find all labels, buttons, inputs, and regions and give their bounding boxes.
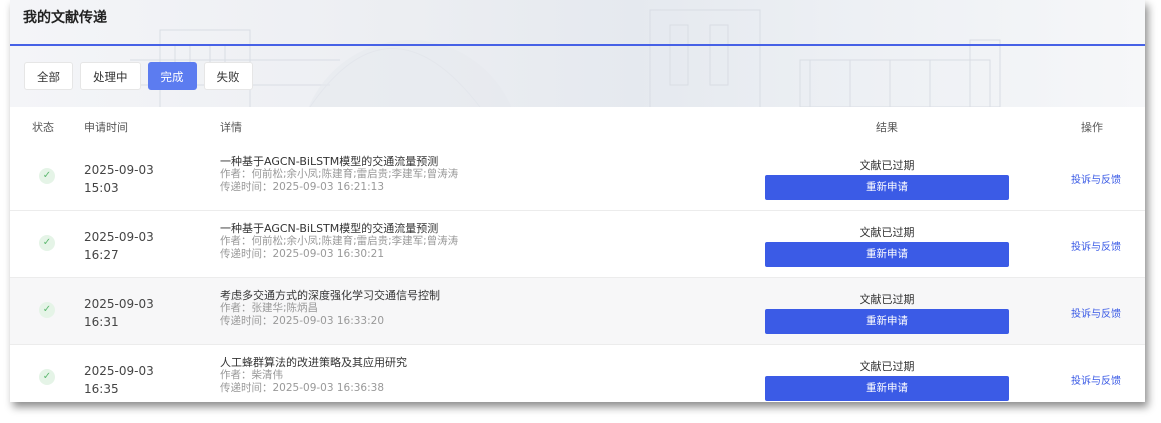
paper-authors: 作者：何前松;余小凤;陈建育;雷启贵;李建军;曾涛涛 (220, 168, 459, 180)
detail: 人工蜂群算法的改进策略及其应用研究 作者：柴清伟 传递时间：2025-09-03… (220, 356, 407, 395)
result-status: 文献已过期 (859, 159, 915, 172)
literature-delivery-panel: 我的文献传递 全部 处理中 完成 失败 状态 申请时间 详情 结果 操作 ✓ 2… (10, 0, 1145, 402)
request-time: 2025-09-03 15:03 (84, 161, 154, 197)
request-clock: 15:03 (84, 181, 119, 195)
reapply-button[interactable]: 重新申请 (765, 376, 1009, 401)
request-date: 2025-09-03 (84, 230, 154, 244)
check-icon: ✓ (39, 302, 55, 318)
request-date: 2025-09-03 (84, 297, 154, 311)
column-header-result: 结果 (876, 121, 898, 134)
column-header-detail: 详情 (220, 121, 242, 134)
reapply-button[interactable]: 重新申请 (765, 309, 1009, 334)
paper-authors: 作者：柴清伟 (220, 369, 283, 381)
table-body: ✓ 2025-09-03 15:03 一种基于AGCN-BiLSTM模型的交通流… (10, 144, 1145, 402)
result-status: 文献已过期 (859, 293, 915, 306)
table-header: 状态 申请时间 详情 结果 操作 (10, 107, 1145, 145)
result: 文献已过期 重新申请 (765, 226, 1009, 267)
title-underline (10, 44, 1145, 46)
request-time: 2025-09-03 16:35 (84, 362, 154, 398)
table-row: ✓ 2025-09-03 16:27 一种基于AGCN-BiLSTM模型的交通流… (10, 211, 1145, 278)
filter-tabs: 全部 处理中 完成 失败 (24, 62, 260, 90)
header-banner: 我的文献传递 全部 处理中 完成 失败 (10, 0, 1145, 107)
check-icon: ✓ (39, 235, 55, 251)
detail: 考虑多交通方式的深度强化学习交通信号控制 作者：张建华;陈炳昌 传递时间：202… (220, 289, 440, 328)
delivery-time: 传递时间：2025-09-03 16:30:21 (220, 248, 385, 260)
request-clock: 16:35 (84, 382, 119, 396)
request-clock: 16:31 (84, 315, 119, 329)
feedback-link[interactable]: 投诉与反馈 (1071, 171, 1121, 186)
feedback-link[interactable]: 投诉与反馈 (1071, 238, 1121, 253)
delivery-time: 传递时间：2025-09-03 16:36:38 (220, 382, 385, 394)
result-status: 文献已过期 (859, 226, 915, 239)
tab-completed[interactable]: 完成 (147, 62, 197, 90)
column-header-action: 操作 (1081, 121, 1103, 134)
tab-processing[interactable]: 处理中 (80, 62, 141, 90)
request-date: 2025-09-03 (84, 364, 154, 378)
reapply-button[interactable]: 重新申请 (765, 175, 1009, 200)
reapply-button[interactable]: 重新申请 (765, 242, 1009, 267)
table-row: ✓ 2025-09-03 16:31 考虑多交通方式的深度强化学习交通信号控制 … (10, 278, 1145, 345)
paper-authors: 作者：何前松;余小凤;陈建育;雷启贵;李建军;曾涛涛 (220, 235, 459, 247)
page-title: 我的文献传递 (23, 10, 107, 26)
detail: 一种基于AGCN-BiLSTM模型的交通流量预测 作者：何前松;余小凤;陈建育;… (220, 155, 458, 194)
result: 文献已过期 重新申请 (765, 159, 1009, 200)
column-header-status: 状态 (32, 121, 54, 134)
result-status: 文献已过期 (859, 360, 915, 373)
table-row: ✓ 2025-09-03 16:35 人工蜂群算法的改进策略及其应用研究 作者：… (10, 345, 1145, 402)
tab-all[interactable]: 全部 (24, 62, 73, 90)
delivery-time: 传递时间：2025-09-03 16:33:20 (220, 315, 385, 327)
result: 文献已过期 重新申请 (765, 360, 1009, 401)
paper-title: 一种基于AGCN-BiLSTM模型的交通流量预测 (220, 222, 439, 235)
check-icon: ✓ (39, 369, 55, 385)
detail: 一种基于AGCN-BiLSTM模型的交通流量预测 作者：何前松;余小凤;陈建育;… (220, 222, 458, 261)
column-header-time: 申请时间 (84, 121, 128, 134)
request-date: 2025-09-03 (84, 163, 154, 177)
paper-authors: 作者：张建华;陈炳昌 (220, 302, 319, 314)
table-row: ✓ 2025-09-03 15:03 一种基于AGCN-BiLSTM模型的交通流… (10, 144, 1145, 211)
feedback-link[interactable]: 投诉与反馈 (1071, 372, 1121, 387)
result: 文献已过期 重新申请 (765, 293, 1009, 334)
tab-failed[interactable]: 失败 (203, 62, 253, 90)
check-icon: ✓ (39, 168, 55, 184)
paper-title: 人工蜂群算法的改进策略及其应用研究 (220, 356, 407, 369)
paper-title: 考虑多交通方式的深度强化学习交通信号控制 (220, 289, 440, 302)
request-clock: 16:27 (84, 248, 119, 262)
request-time: 2025-09-03 16:31 (84, 295, 154, 331)
paper-title: 一种基于AGCN-BiLSTM模型的交通流量预测 (220, 155, 439, 168)
request-time: 2025-09-03 16:27 (84, 228, 154, 264)
feedback-link[interactable]: 投诉与反馈 (1071, 305, 1121, 320)
delivery-time: 传递时间：2025-09-03 16:21:13 (220, 181, 385, 193)
